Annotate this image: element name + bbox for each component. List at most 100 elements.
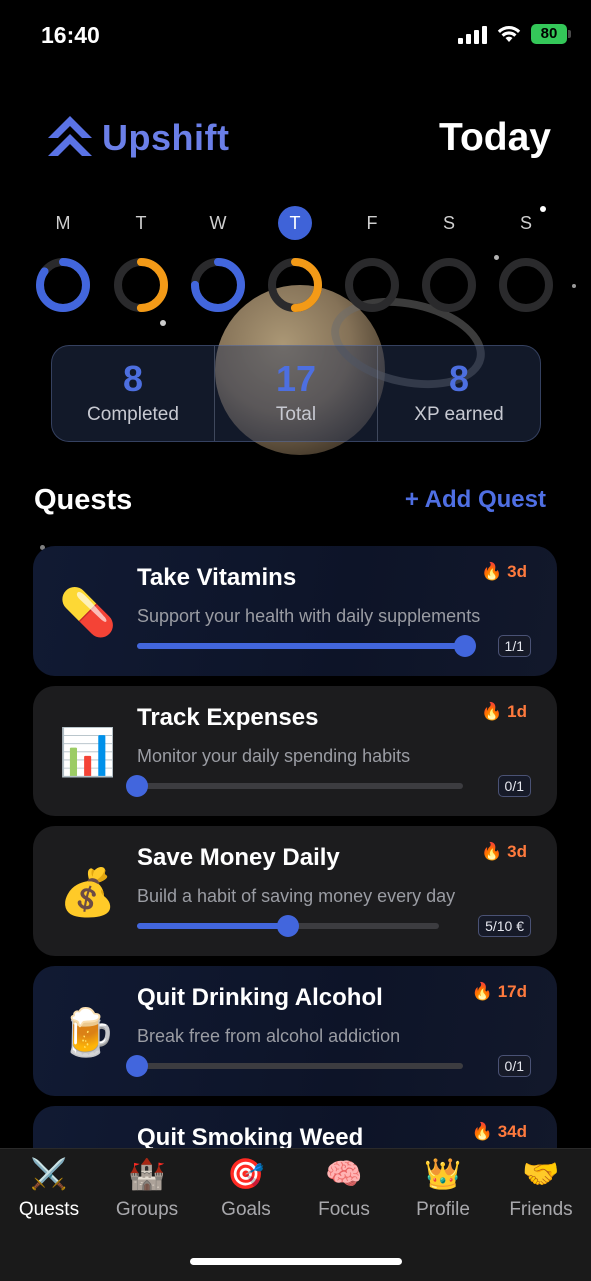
quests-header: Quests + Add Quest: [34, 484, 546, 524]
streak-badge: 🔥 1d: [481, 702, 527, 721]
progress-slider[interactable]: [137, 635, 476, 657]
stat-label: Total: [275, 404, 317, 425]
section-title: Quests: [34, 484, 133, 516]
day-letter: T: [135, 213, 147, 233]
stat-value: 8: [448, 358, 470, 399]
day-sunday[interactable]: S: [496, 206, 556, 314]
progress-fill: [137, 923, 288, 929]
progress-slider[interactable]: [126, 1055, 463, 1077]
progress-ring: [191, 258, 245, 312]
stat-total: 17 Total: [214, 346, 377, 441]
quest-description: Break free from alcohol addiction: [137, 1026, 401, 1046]
progress-ring: [114, 258, 168, 312]
quest-description: Monitor your daily spending habits: [137, 746, 411, 766]
status-icons: 80: [458, 24, 571, 44]
tab-label: Quests: [18, 1199, 80, 1220]
stats-card: 8 Completed 17 Total 8 XP earned: [51, 345, 541, 442]
day-letter: W: [209, 213, 227, 233]
quest-description: Build a habit of saving money every day: [137, 886, 456, 906]
stat-value: 17: [275, 358, 317, 399]
progress-fill: [137, 643, 465, 649]
signal-icon: [458, 24, 487, 44]
slider-thumb[interactable]: [454, 635, 476, 657]
week-progress: M T W T F S S: [0, 206, 591, 316]
page-title: Today: [439, 116, 551, 159]
day-letter: M: [55, 213, 71, 233]
progress-count: 0/1: [497, 1055, 531, 1077]
stat-completed: 8 Completed: [52, 346, 214, 441]
day-thursday[interactable]: T: [265, 206, 325, 314]
streak-badge: 🔥 3d: [481, 842, 527, 861]
slider-thumb[interactable]: [126, 775, 148, 797]
progress-ring: [268, 258, 322, 312]
tab-label: Friends: [509, 1199, 573, 1220]
stat-xp-earned: 8 XP earned: [377, 346, 540, 441]
stat-value: 8: [122, 358, 144, 399]
upshift-chevrons-icon: [48, 116, 92, 156]
streak-badge: 🔥 3d: [481, 562, 527, 581]
tab-goals[interactable]: 🎯 Goals: [197, 1157, 295, 1221]
crown-icon: 👑: [424, 1158, 462, 1191]
header: Upshift Today: [0, 110, 591, 170]
progress-ring: [422, 258, 476, 312]
day-tuesday[interactable]: T: [111, 206, 171, 314]
ring-track: [422, 258, 476, 312]
day-saturday[interactable]: S: [419, 206, 479, 314]
streak-badge: 🔥 17d: [471, 982, 527, 1001]
quest-card[interactable]: 🍺 Quit Drinking Alcohol Break free from …: [33, 966, 557, 1096]
wifi-icon: [497, 26, 521, 42]
day-letter: S: [442, 213, 455, 233]
stat-label: Completed: [87, 404, 179, 425]
quest-card[interactable]: 📊 Track Expenses Monitor your daily spen…: [33, 686, 557, 816]
tab-friends[interactable]: 🤝 Friends: [492, 1157, 590, 1221]
tab-label: Groups: [115, 1199, 179, 1220]
status-time: 16:40: [41, 22, 100, 48]
brand-name: Upshift: [102, 117, 230, 158]
day-friday[interactable]: F: [342, 206, 402, 314]
pill-icon: 💊: [59, 586, 117, 638]
progress-ring: [499, 258, 553, 312]
quest-card[interactable]: 💰 Save Money Daily Build a habit of savi…: [33, 826, 557, 956]
app-logo: Upshift: [44, 112, 229, 164]
day-letter: S: [519, 213, 532, 233]
progress-count: 5/10 €: [478, 915, 531, 937]
ring-track: [499, 258, 553, 312]
ring-track: [345, 258, 399, 312]
star: [160, 320, 166, 326]
tab-groups[interactable]: 🏰 Groups: [98, 1157, 196, 1221]
day-wednesday[interactable]: W: [188, 206, 248, 314]
streak-badge: 🔥 34d: [471, 1122, 527, 1141]
progress-count: 1/1: [497, 635, 531, 657]
progress-slider[interactable]: [126, 775, 463, 797]
tab-label: Profile: [416, 1199, 470, 1220]
ring-progress: [36, 258, 90, 312]
quest-card[interactable]: 💊 Take Vitamins Support your health with…: [33, 546, 557, 676]
battery-level: 80: [540, 25, 558, 42]
quest-description: Support your health with daily supplemen…: [137, 606, 481, 626]
money-bag-icon: 💰: [59, 866, 117, 918]
quest-title: Quit Drinking Alcohol: [137, 984, 383, 1011]
tab-label: Focus: [318, 1199, 370, 1220]
slider-thumb[interactable]: [277, 915, 299, 937]
quest-title: Save Money Daily: [137, 844, 340, 871]
status-bar: 16:40 80: [0, 0, 591, 72]
quest-title: Take Vitamins: [137, 564, 297, 591]
bar-chart-icon: 📊: [59, 726, 117, 778]
tab-focus[interactable]: 🧠 Focus: [295, 1157, 393, 1221]
progress-ring: [36, 258, 90, 312]
progress-ring: [345, 258, 399, 312]
quest-title: Track Expenses: [137, 704, 319, 731]
day-monday[interactable]: M: [33, 206, 93, 314]
progress-slider[interactable]: [137, 915, 439, 937]
slider-thumb[interactable]: [126, 1055, 148, 1077]
handshake-icon: 🤝: [522, 1158, 560, 1191]
day-letter: F: [366, 213, 378, 233]
tab-quests[interactable]: ⚔️ Quests: [0, 1157, 98, 1221]
beer-mug-icon: 🍺: [59, 1006, 117, 1058]
brain-icon: 🧠: [325, 1158, 363, 1191]
castle-icon: 🏰: [128, 1158, 166, 1191]
target-icon: 🎯: [227, 1158, 265, 1191]
add-quest-button[interactable]: + Add Quest: [405, 486, 546, 514]
home-indicator[interactable]: [190, 1258, 402, 1265]
tab-profile[interactable]: 👑 Profile: [394, 1157, 492, 1221]
